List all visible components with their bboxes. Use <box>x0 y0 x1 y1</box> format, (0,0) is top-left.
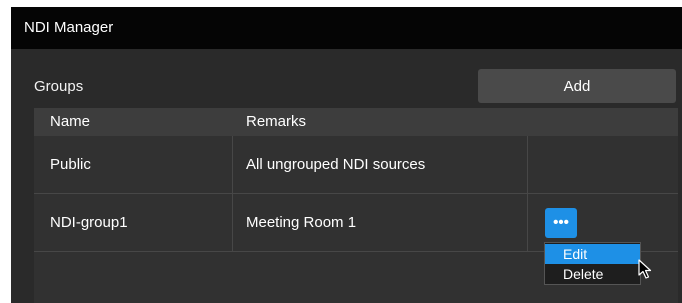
row-actions-menu: Edit Delete <box>544 242 641 285</box>
column-divider <box>232 136 233 194</box>
title-bar: NDI Manager <box>11 7 682 49</box>
column-header-name: Name <box>50 113 91 130</box>
menu-item-delete[interactable]: Delete <box>545 264 640 284</box>
menu-item-edit[interactable]: Edit <box>545 244 640 264</box>
table-row[interactable]: Public All ungrouped NDI sources <box>34 136 678 194</box>
column-header-remarks: Remarks <box>246 113 307 130</box>
more-horizontal-icon: ••• <box>553 214 569 231</box>
more-actions-button[interactable]: ••• <box>545 208 577 238</box>
table-header: Name Remarks <box>34 108 678 136</box>
add-group-button[interactable]: Add <box>478 69 676 103</box>
column-divider <box>232 194 233 252</box>
groups-section-label: Groups <box>34 78 84 95</box>
column-divider <box>527 194 528 252</box>
column-divider <box>527 136 528 194</box>
group-remarks-cell: Meeting Room 1 <box>246 214 357 231</box>
window-title: NDI Manager <box>24 19 114 36</box>
group-name-cell: NDI-group1 <box>50 214 128 231</box>
group-name-cell: Public <box>50 156 91 173</box>
group-remarks-cell: All ungrouped NDI sources <box>246 156 426 173</box>
mouse-pointer-icon <box>638 259 652 279</box>
